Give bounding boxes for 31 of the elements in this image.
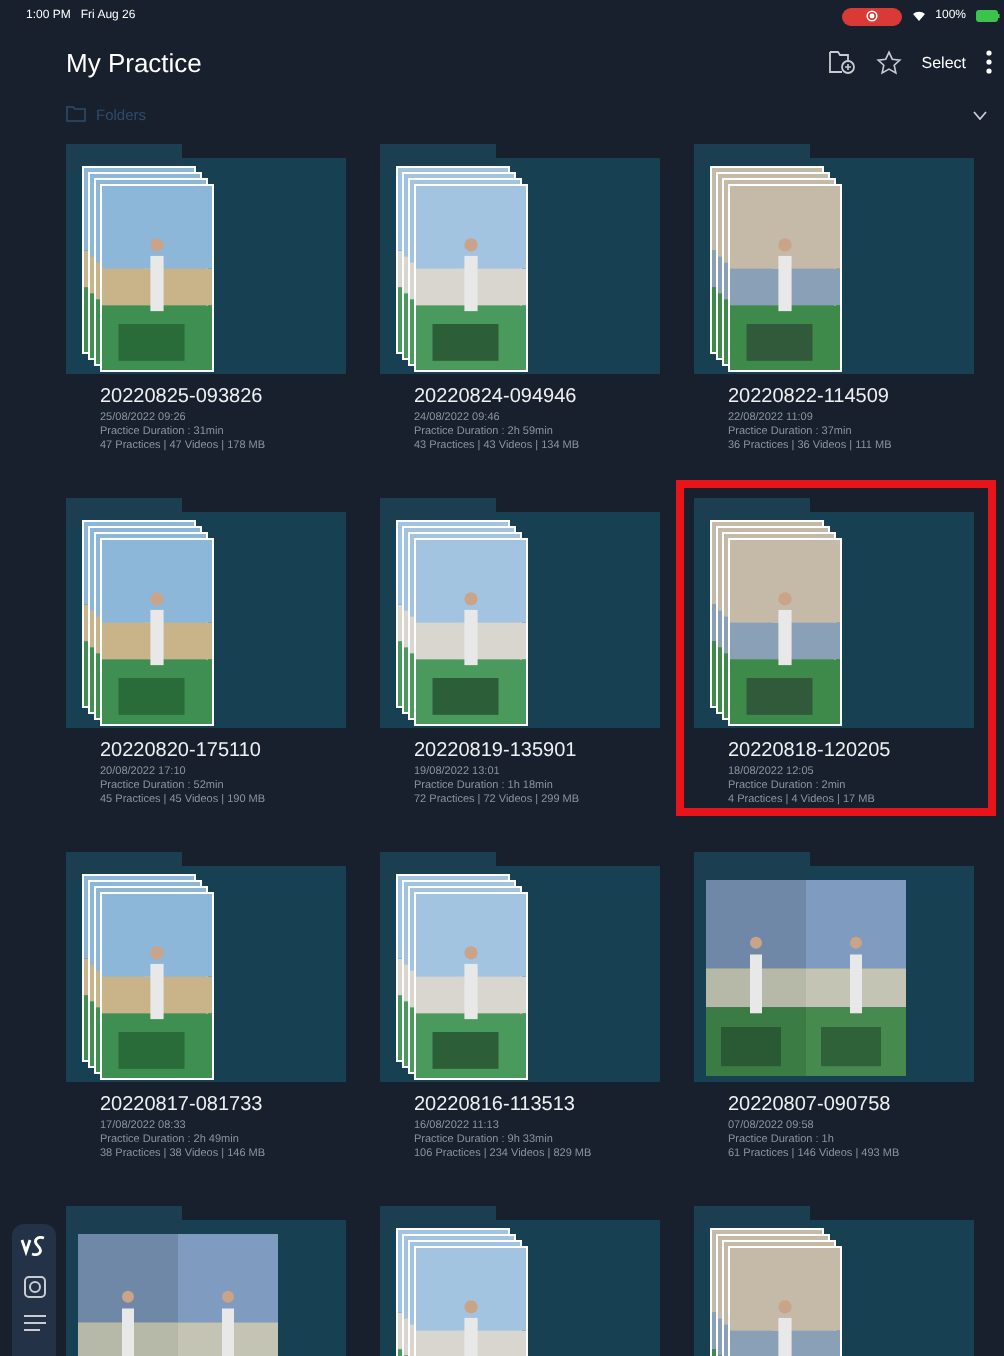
battery-icon xyxy=(976,10,1000,22)
folder-name: 20220807-090758 xyxy=(728,1094,893,1116)
folder-tile[interactable] xyxy=(694,498,974,728)
app-logo-icon[interactable] xyxy=(20,1236,48,1260)
folder-name: 20220825-093826 xyxy=(100,386,265,408)
folder-name: 20220824-094946 xyxy=(414,386,579,408)
folder-tile[interactable] xyxy=(694,852,974,1082)
folder-name: 20220822-114509 xyxy=(728,386,891,408)
folder-tile[interactable] xyxy=(380,498,660,728)
folder-name: 20220820-175110 xyxy=(100,740,263,762)
star-icon[interactable] xyxy=(875,49,902,75)
page-title: My Practice xyxy=(66,47,202,77)
folder-icon xyxy=(66,106,86,122)
folder-tile[interactable] xyxy=(380,144,660,374)
folder-tile[interactable] xyxy=(66,852,346,1082)
folder-name: 20220819-135901 xyxy=(414,740,579,762)
folder-tile[interactable] xyxy=(66,144,346,374)
folder-tile[interactable] xyxy=(66,498,346,728)
wifi-icon xyxy=(911,10,926,22)
folder-tile[interactable] xyxy=(694,144,974,374)
folder-name: 20220816-113513 xyxy=(414,1094,577,1116)
folder-name: 20220818-120205 xyxy=(728,740,893,762)
folder-tile[interactable] xyxy=(380,852,660,1082)
record-icon xyxy=(865,10,878,22)
camera-icon[interactable] xyxy=(23,1276,45,1298)
more-icon[interactable] xyxy=(986,50,992,74)
select-button[interactable]: Select xyxy=(921,53,966,71)
menu-icon[interactable] xyxy=(23,1314,45,1332)
folder-name: 20220817-081733 xyxy=(100,1094,265,1116)
chevron-icon[interactable] xyxy=(972,109,988,119)
new-folder-icon[interactable] xyxy=(827,50,856,74)
